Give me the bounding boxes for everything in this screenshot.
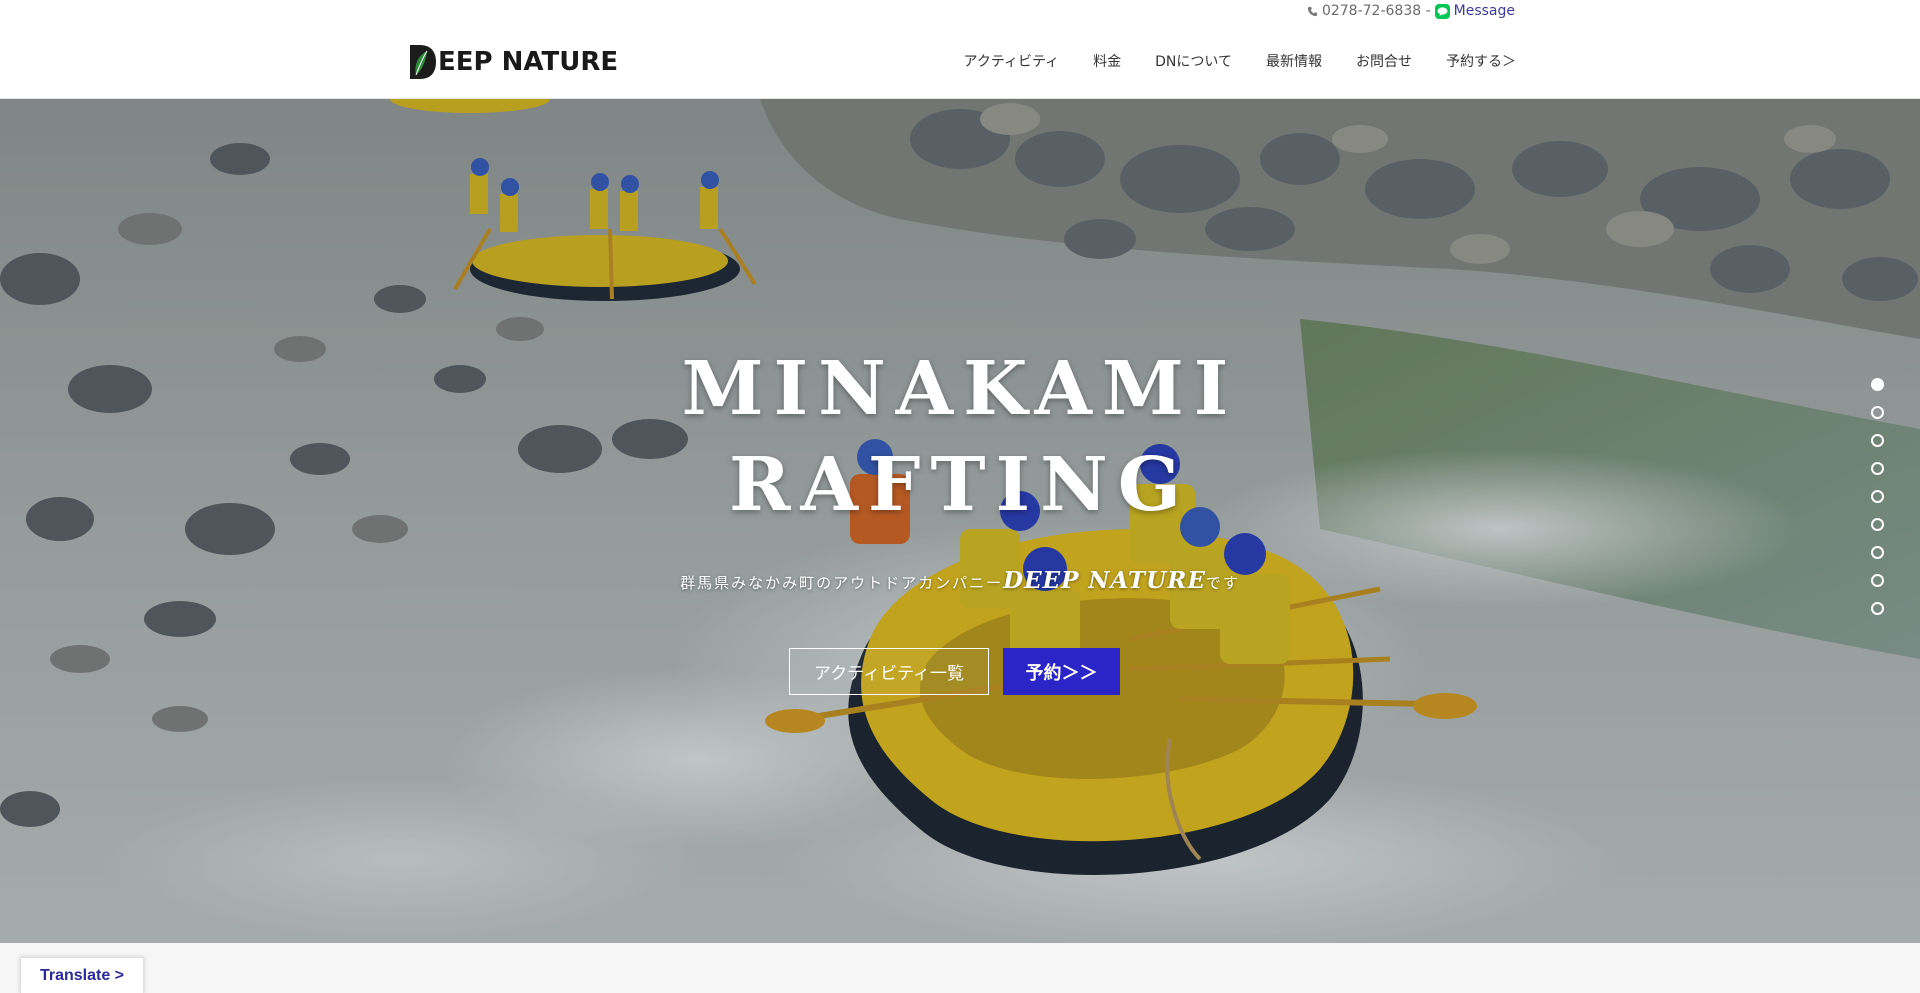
slider-dot-1[interactable] bbox=[1871, 378, 1884, 391]
message-link[interactable]: Message bbox=[1454, 3, 1515, 19]
nav-item-news[interactable]: 最新情報 bbox=[1249, 51, 1339, 71]
reserve-button[interactable]: 予約＞＞ bbox=[1003, 648, 1120, 695]
nav-item-about[interactable]: DNについて bbox=[1138, 51, 1249, 71]
logo-leaf-icon bbox=[410, 45, 436, 79]
slider-dot-6[interactable] bbox=[1871, 518, 1884, 531]
slider-dot-8[interactable] bbox=[1871, 574, 1884, 587]
activities-list-button[interactable]: アクティビティ一覧 bbox=[789, 648, 989, 695]
slider-dot-7[interactable] bbox=[1871, 546, 1884, 559]
main-nav: アクティビティ 料金 DNについて 最新情報 お問合せ 予約する＞ bbox=[947, 51, 1516, 71]
slider-dot-2[interactable] bbox=[1871, 406, 1884, 419]
nav-item-reserve[interactable]: 予約する＞ bbox=[1429, 51, 1516, 71]
line-icon[interactable] bbox=[1434, 3, 1450, 19]
translate-button[interactable]: Translate > bbox=[20, 957, 144, 993]
hero-subtitle-brand: DEEP NATURE bbox=[1003, 567, 1206, 594]
phone-number[interactable]: 0278-72-6838 - bbox=[1322, 3, 1431, 19]
slider-dot-5[interactable] bbox=[1871, 490, 1884, 503]
site-header: 0278-72-6838 - Message EEP NATURE アクティビテ… bbox=[0, 0, 1920, 99]
slider-dot-9[interactable] bbox=[1871, 602, 1884, 615]
hero-title-line1: MINAKAMI bbox=[681, 346, 1239, 432]
slider-dot-3[interactable] bbox=[1871, 434, 1884, 447]
nav-item-activities[interactable]: アクティビティ bbox=[947, 51, 1077, 71]
hero-slider: MINAKAMI RAFTING 群馬県みなかみ町のアウトドアカンパニーDEEP… bbox=[0, 99, 1920, 943]
site-logo[interactable]: EEP NATURE bbox=[407, 44, 618, 80]
hero-subtitle-suffix: です bbox=[1205, 574, 1240, 592]
slider-dot-4[interactable] bbox=[1871, 462, 1884, 475]
hero-title-line2: RAFTING bbox=[729, 442, 1191, 528]
nav-item-contact[interactable]: お問合せ bbox=[1339, 51, 1429, 71]
hero-subtitle: 群馬県みなかみ町のアウトドアカンパニーDEEP NATUREです bbox=[0, 567, 1920, 594]
hero-subtitle-prefix: 群馬県みなかみ町のアウトドアカンパニー bbox=[680, 574, 1004, 592]
phone-icon bbox=[1307, 6, 1318, 16]
logo-text: EEP NATURE bbox=[438, 47, 619, 77]
nav-item-pricing[interactable]: 料金 bbox=[1076, 51, 1138, 71]
slider-pagination bbox=[1871, 378, 1884, 615]
hero-title: MINAKAMI RAFTING bbox=[0, 341, 1920, 533]
topbar-contact: 0278-72-6838 - Message bbox=[1307, 3, 1515, 19]
